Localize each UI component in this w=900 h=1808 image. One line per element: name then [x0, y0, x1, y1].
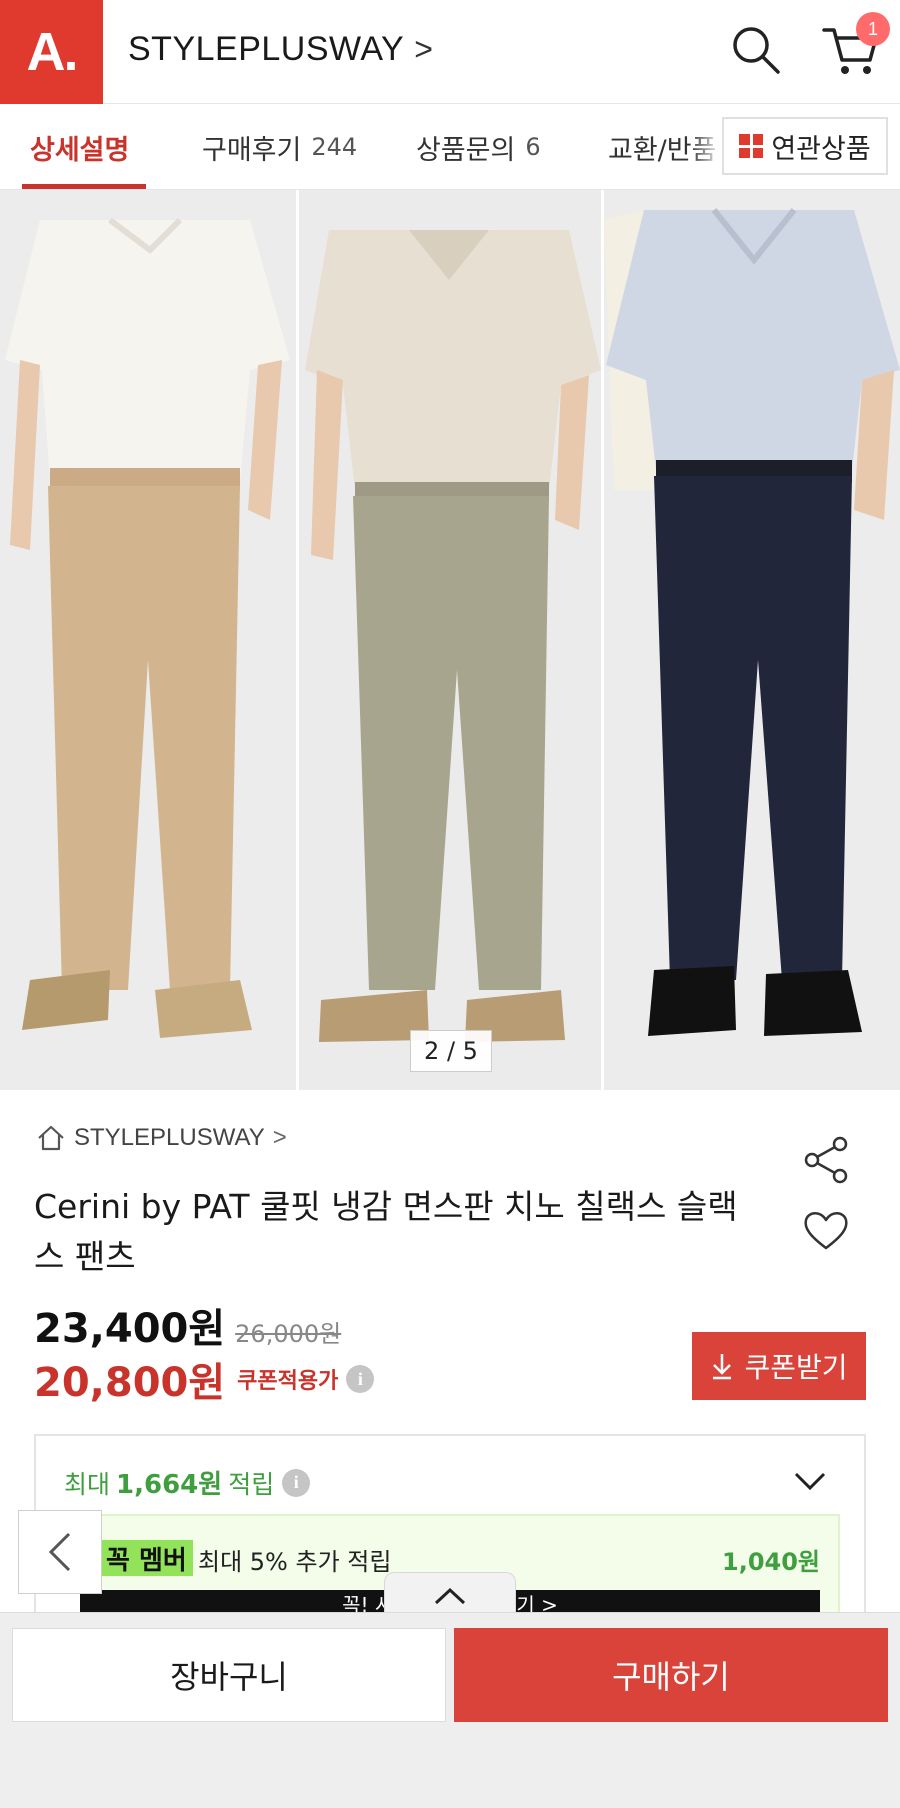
get-coupon-label: 쿠폰받기	[744, 1351, 848, 1384]
tab-count: 244	[311, 133, 358, 161]
related-products-button[interactable]: 연관상품	[722, 117, 888, 175]
search-icon[interactable]	[728, 22, 784, 78]
get-coupon-button[interactable]: 쿠폰받기	[692, 1332, 866, 1400]
shop-name: STYLEPLUSWAY	[74, 1124, 265, 1151]
coupon-price-row: 20,800원 쿠폰적용가 i	[34, 1350, 375, 1408]
chevron-up-icon	[434, 1587, 466, 1604]
member-benefit-text: 최대 5% 추가 적립	[198, 1548, 392, 1576]
tab-count: 6	[525, 133, 541, 161]
heart-icon[interactable]	[802, 1208, 850, 1252]
top-header: A. STYLEPLUSWAY > 1	[0, 0, 900, 104]
shop-link[interactable]: STYLEPLUSWAY >	[36, 1124, 287, 1152]
sale-price: 23,400원	[34, 1306, 226, 1352]
points-amount: 1,664원	[116, 1470, 223, 1500]
grid-icon	[739, 134, 764, 158]
brand-link[interactable]: STYLEPLUSWAY >	[128, 30, 433, 69]
active-tab-indicator	[22, 184, 146, 189]
model-figure	[604, 190, 900, 1090]
info-icon[interactable]: i	[282, 1468, 311, 1497]
max-points-line[interactable]: 최대 1,664원 적립 i	[64, 1464, 311, 1501]
tab-description[interactable]: 상세설명	[30, 104, 129, 190]
gallery-photo-navy	[604, 190, 900, 1090]
download-icon	[713, 1354, 732, 1380]
tab-reviews[interactable]: 구매후기 244	[202, 104, 357, 190]
share-icon[interactable]	[802, 1136, 850, 1184]
points-prefix: 최대	[64, 1469, 111, 1499]
points-suffix: 적립	[228, 1469, 275, 1499]
cart-count-badge: 1	[856, 12, 890, 46]
model-figure	[0, 190, 296, 1090]
tab-inquiries[interactable]: 상품문의 6	[416, 104, 541, 190]
back-button[interactable]	[18, 1510, 102, 1594]
chevron-left-icon	[48, 1532, 71, 1572]
buy-now-button[interactable]: 구매하기	[454, 1628, 888, 1722]
tab-label: 상품문의	[416, 134, 516, 166]
model-figure	[299, 190, 601, 1090]
related-products-label: 연관상품	[771, 133, 871, 165]
gallery-photo-beige	[0, 190, 296, 1090]
tab-scroll-fade	[690, 104, 722, 189]
info-icon[interactable]: i	[346, 1365, 375, 1393]
gallery-photo-olive	[299, 190, 601, 1090]
logo-text: A.	[26, 22, 79, 82]
tab-label: 구매후기	[202, 134, 302, 166]
member-benefit-amount: 1,040원	[722, 1548, 820, 1576]
member-tag: 꼭 멤버	[100, 1540, 193, 1576]
price-row: 23,400원 26,000원	[34, 1296, 341, 1354]
original-price: 26,000원	[235, 1320, 342, 1348]
tab-label: 상세설명	[30, 134, 130, 166]
chevron-down-icon[interactable]	[790, 1466, 830, 1496]
add-to-cart-button[interactable]: 장바구니	[12, 1628, 446, 1722]
coupon-price-label: 쿠폰적용가	[237, 1369, 339, 1394]
product-title: Cerini by PAT 쿨핏 냉감 면스판 치노 칠랙스 슬랙스 팬츠	[34, 1187, 738, 1276]
coupon-price: 20,800원	[34, 1360, 226, 1406]
brand-link-label: STYLEPLUSWAY	[128, 30, 405, 68]
image-counter: 2 / 5	[410, 1030, 492, 1072]
product-image-gallery[interactable]: 2 / 5	[0, 190, 900, 1090]
app-logo[interactable]: A.	[0, 0, 103, 104]
chevron-right-icon: >	[272, 1124, 287, 1151]
chevron-right-icon: >	[414, 31, 434, 67]
home-icon	[38, 1125, 64, 1151]
